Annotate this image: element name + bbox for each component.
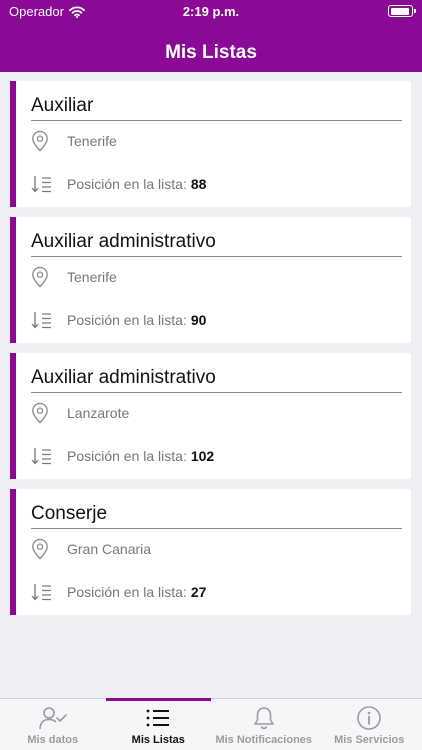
sort-descending-icon [31,308,61,332]
sort-descending-icon [31,444,61,468]
card-title: Auxiliar [31,95,402,121]
tab-label: Mis Servicios [334,734,405,746]
tab-bar: Mis datos Mis Listas Mis Notificaciones … [0,698,422,750]
position-row: Posición en la lista: 88 [31,172,206,196]
position-label: Posición en la lista: [67,176,187,192]
tab-mis-listas[interactable]: Mis Listas [105,698,212,750]
location-row: Lanzarote [31,401,129,425]
list-card[interactable]: Auxiliar Tenerife Posición en la lista: … [10,81,411,207]
location-pin-icon [31,537,61,561]
app-header: Operador 2:19 p.m. Mis Listas [0,0,422,72]
position-value: 27 [190,584,207,600]
user-check-icon [38,705,68,731]
status-time: 2:19 p.m. [182,4,240,19]
list-icon [145,705,171,731]
info-icon [356,705,382,731]
location-row: Gran Canaria [31,537,151,561]
card-title: Conserje [31,503,402,529]
location-text: Lanzarote [67,405,130,421]
sort-descending-icon [31,580,61,604]
battery-icon [388,5,416,17]
bell-icon [252,705,276,731]
location-row: Tenerife [31,265,117,289]
tab-mis-datos[interactable]: Mis datos [0,699,106,750]
tab-mis-servicios[interactable]: Mis Servicios [317,699,422,750]
lists-container: Auxiliar Tenerife Posición en la lista: … [10,81,411,625]
card-title: Auxiliar administrativo [31,367,402,393]
position-value: 102 [190,448,215,464]
position-row: Posición en la lista: 102 [31,444,214,468]
position-value: 90 [190,312,207,328]
tab-mis-notificaciones[interactable]: Mis Notificaciones [211,699,317,750]
location-row: Tenerife [31,129,117,153]
location-pin-icon [31,129,61,153]
location-text: Gran Canaria [67,541,152,557]
position-label: Posición en la lista: [67,448,187,464]
sort-descending-icon [31,172,61,196]
position-row: Posición en la lista: 90 [31,308,206,332]
position-row: Posición en la lista: 27 [31,580,206,604]
position-label: Posición en la lista: [67,312,187,328]
position-value: 88 [190,176,207,192]
tab-label: Mis Notificaciones [215,734,313,746]
location-pin-icon [31,265,61,289]
location-pin-icon [31,401,61,425]
card-title: Auxiliar administrativo [31,231,402,257]
list-card[interactable]: Conserje Gran Canaria Posición en la lis… [10,489,411,615]
status-bar: Operador 2:19 p.m. [0,0,422,22]
tab-label: Mis datos [27,734,79,746]
list-card[interactable]: Auxiliar administrativo Tenerife Posició… [10,217,411,343]
position-label: Posición en la lista: [67,584,187,600]
list-card[interactable]: Auxiliar administrativo Lanzarote Posici… [10,353,411,479]
location-text: Tenerife [67,133,117,149]
page-title: Mis Listas [165,42,257,63]
tab-label: Mis Listas [131,734,185,746]
location-text: Tenerife [67,269,117,285]
